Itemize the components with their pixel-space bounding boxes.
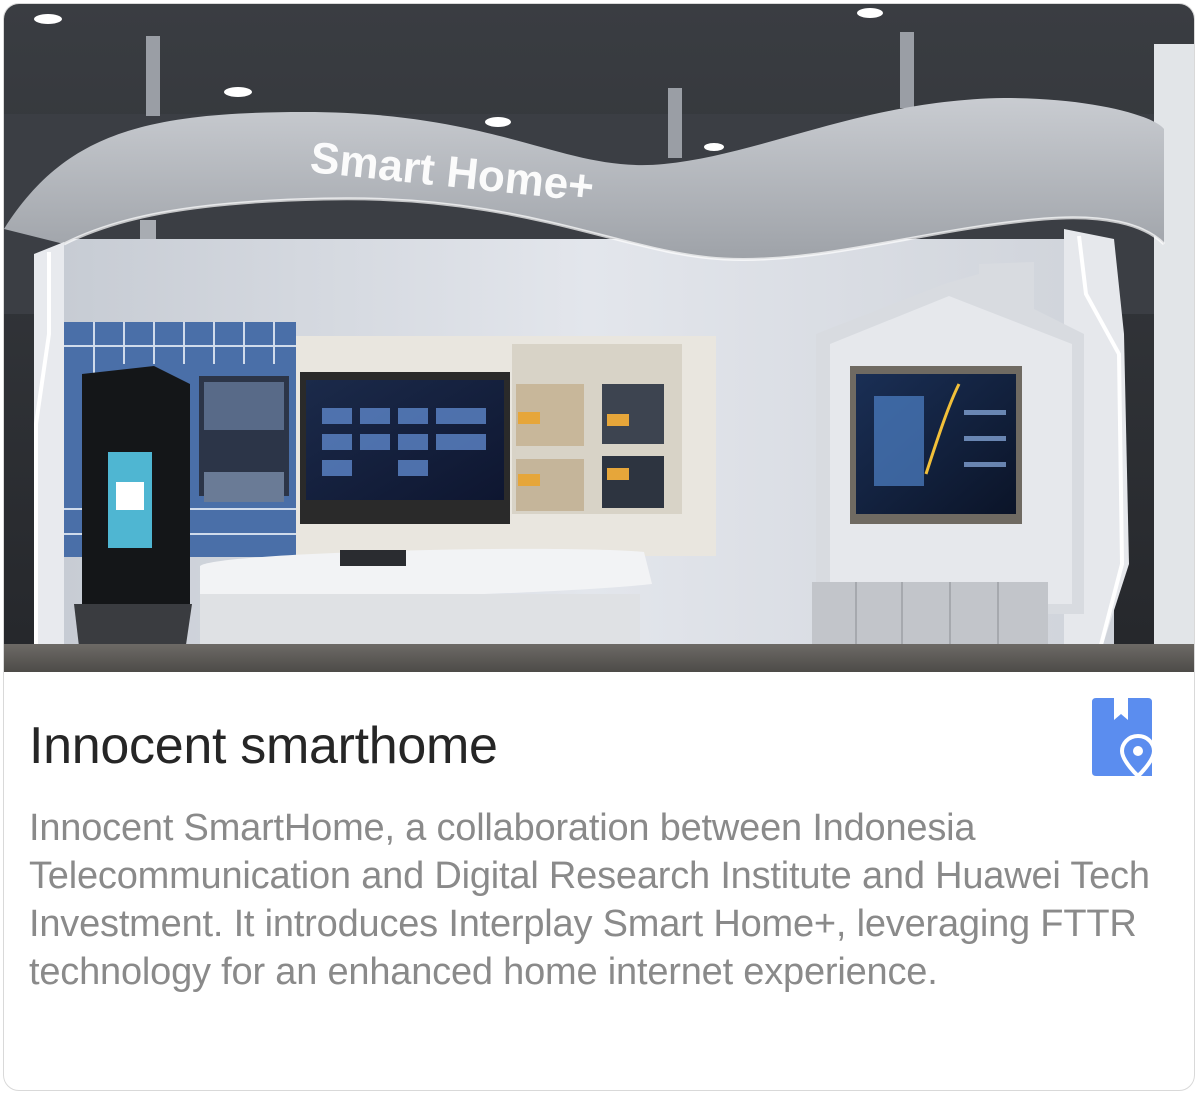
place-description: Innocent SmartHome, a collaboration betw… [29, 807, 1150, 993]
showroom-photo: Smart Home+ [4, 4, 1194, 672]
place-title: Innocent smarthome [29, 717, 498, 775]
bookmark-location-icon[interactable] [1088, 696, 1164, 780]
place-card[interactable]: Smart Home+ Innocent smarthome Innocent … [3, 3, 1195, 1091]
